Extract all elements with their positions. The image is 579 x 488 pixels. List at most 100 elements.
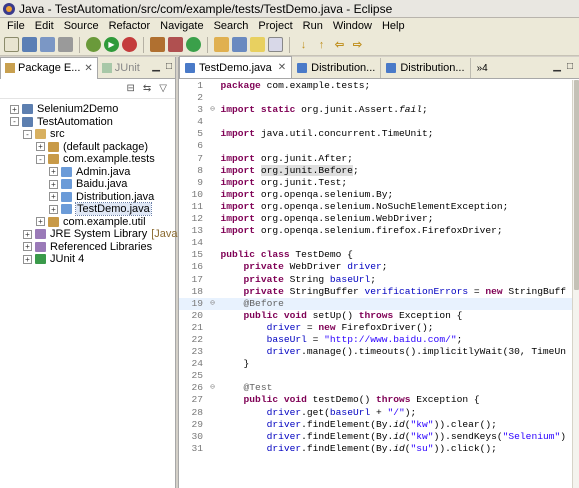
menu-file[interactable]: File (2, 18, 30, 34)
tool-icon[interactable] (150, 37, 165, 52)
more-tabs-button[interactable]: »4 (471, 58, 494, 78)
external-tools-icon[interactable] (122, 37, 137, 52)
print-icon[interactable] (58, 37, 73, 52)
expand-icon[interactable]: + (36, 217, 45, 226)
tab-testdemo[interactable]: TestDemo.java ✕ (179, 56, 293, 78)
code-area[interactable]: 1 package com.example.tests; 2 3 ⊖ import … (179, 80, 573, 488)
code-line[interactable]: 23 driver.manage().timeouts().implicitly… (179, 346, 573, 358)
code-line[interactable]: 5 import java.util.concurrent.TimeUnit; (179, 128, 573, 140)
maximize-icon[interactable]: □ (567, 61, 573, 72)
tree-item[interactable]: + Referenced Libraries (0, 241, 175, 253)
scrollbar-thumb[interactable] (574, 80, 579, 290)
code-line[interactable]: 19 ⊖ @Before (179, 297, 573, 310)
new-icon[interactable] (4, 37, 19, 52)
code-line[interactable]: 1 package com.example.tests; (179, 80, 573, 92)
code-line[interactable]: 6 (179, 140, 573, 152)
tree-item[interactable]: - TestAutomation (0, 116, 175, 128)
tree-item[interactable]: + Baidu.java (0, 178, 175, 190)
code-line[interactable]: 11 import org.openqa.selenium.NoSuchElem… (179, 201, 573, 213)
minimize-icon[interactable]: ▁ (553, 61, 561, 72)
code-line[interactable]: 16 private WebDriver driver; (179, 261, 573, 273)
menu-project[interactable]: Project (253, 18, 297, 34)
fold-icon[interactable]: ⊖ (210, 382, 215, 394)
code-line[interactable]: 7 import org.junit.After; (179, 153, 573, 165)
tab-package-explorer[interactable]: Package E... ✕ (0, 56, 98, 79)
code-line[interactable]: 14 (179, 237, 573, 249)
expand-icon[interactable]: + (23, 242, 32, 251)
code-line[interactable]: 22 baseUrl = "http://www.baidu.com/"; (179, 334, 573, 346)
code-line[interactable]: 9 import org.junit.Test; (179, 177, 573, 189)
code-line[interactable]: 18 private StringBuffer verificationErro… (179, 286, 573, 298)
minimize-icon[interactable]: ▁ (152, 61, 160, 72)
new-package-icon[interactable] (168, 37, 183, 52)
code-line[interactable]: 30 driver.findElement(By.id("kw")).sendK… (179, 431, 573, 443)
menu-run[interactable]: Run (298, 18, 328, 34)
prev-annotation-icon[interactable]: ↑ (314, 37, 329, 52)
collapse-icon[interactable]: - (36, 154, 45, 164)
view-menu-icon[interactable]: ▽ (159, 83, 167, 94)
open-type-icon[interactable] (214, 37, 229, 52)
menu-edit[interactable]: Edit (30, 18, 59, 34)
code-line[interactable]: 17 private String baseUrl; (179, 274, 573, 286)
collapse-icon[interactable]: - (23, 129, 32, 139)
fold-icon[interactable]: ⊖ (210, 298, 215, 310)
tab-distribution-2[interactable]: Distribution... (381, 58, 471, 78)
forward-icon[interactable]: ⇨ (350, 37, 365, 52)
maximize-icon[interactable]: □ (166, 61, 172, 72)
debug-icon[interactable] (86, 37, 101, 52)
tree-item[interactable]: + Admin.java (0, 166, 175, 178)
code-line[interactable]: 13 import org.openqa.selenium.firefox.Fi… (179, 225, 573, 237)
code-line[interactable]: 8 import org.junit.Before; (179, 164, 573, 177)
code-line[interactable]: 24 } (179, 358, 573, 370)
code-line[interactable]: 27 public void testDemo() throws Excepti… (179, 394, 573, 406)
expand-icon[interactable]: + (23, 229, 32, 239)
vertical-scrollbar[interactable] (572, 80, 579, 488)
code-line[interactable]: 4 (179, 116, 573, 128)
run-icon[interactable]: ▶ (104, 37, 119, 52)
menu-source[interactable]: Source (59, 18, 104, 34)
code-line[interactable]: 3 ⊖ import static org.junit.Assert.fail; (179, 104, 573, 116)
mark-icon[interactable] (250, 37, 265, 52)
tree-item[interactable]: +JRE System Library[JavaSE-1.6] (0, 228, 214, 240)
tree-item[interactable]: + Distribution.java (0, 191, 175, 203)
collapse-all-icon[interactable]: ⊟ (127, 83, 135, 94)
close-icon[interactable]: ✕ (84, 63, 92, 74)
next-annotation-icon[interactable]: ↓ (296, 37, 311, 52)
expand-icon[interactable]: + (49, 204, 58, 214)
code-line[interactable]: 26 ⊖ @Test (179, 382, 573, 394)
expand-icon[interactable]: + (49, 192, 58, 201)
tree-item[interactable]: + Selenium2Demo (0, 103, 175, 115)
save-all-icon[interactable] (40, 37, 55, 52)
code-line[interactable]: 15 public class TestDemo { (179, 249, 573, 261)
tab-distribution-1[interactable]: Distribution... (292, 58, 382, 78)
tree-item[interactable]: + (default package) (0, 141, 175, 153)
tree-item[interactable]: - com.example.tests (0, 153, 175, 165)
close-icon[interactable]: ✕ (278, 62, 286, 73)
save-icon[interactable] (22, 37, 37, 52)
menu-refactor[interactable]: Refactor (104, 18, 156, 34)
expand-icon[interactable]: + (10, 104, 19, 114)
tab-junit[interactable]: JUnit (98, 57, 144, 79)
tree-item[interactable]: + com.example.util (0, 216, 175, 228)
code-line[interactable]: 20 public void setUp() throws Exception … (179, 310, 573, 322)
code-line[interactable]: 2 (179, 92, 573, 104)
menu-window[interactable]: Window (328, 18, 377, 34)
menu-help[interactable]: Help (377, 18, 410, 34)
code-line[interactable]: 25 (179, 370, 573, 382)
code-line[interactable]: 12 import org.openqa.selenium.WebDriver; (179, 213, 573, 225)
expand-icon[interactable]: + (49, 167, 58, 176)
tree-item[interactable]: + JUnit 4 (0, 253, 175, 265)
new-class-icon[interactable] (186, 37, 201, 52)
code-line[interactable]: 29 driver.findElement(By.id("kw")).clear… (179, 419, 573, 431)
link-editor-icon[interactable]: ⇆ (143, 83, 151, 94)
menu-search[interactable]: Search (209, 18, 254, 34)
code-line[interactable]: 10 import org.openqa.selenium.By; (179, 189, 573, 201)
expand-icon[interactable]: + (49, 179, 58, 189)
code-line[interactable]: 21 driver = new FirefoxDriver(); (179, 322, 573, 334)
back-icon[interactable]: ⇦ (332, 37, 347, 52)
fold-icon[interactable]: ⊖ (210, 104, 215, 116)
code-line[interactable]: 28 driver.get(baseUrl + "/"); (179, 407, 573, 419)
edit-icon[interactable] (268, 37, 283, 52)
search-icon[interactable] (232, 37, 247, 52)
code-line[interactable]: 31 driver.findElement(By.id("su")).click… (179, 443, 573, 455)
